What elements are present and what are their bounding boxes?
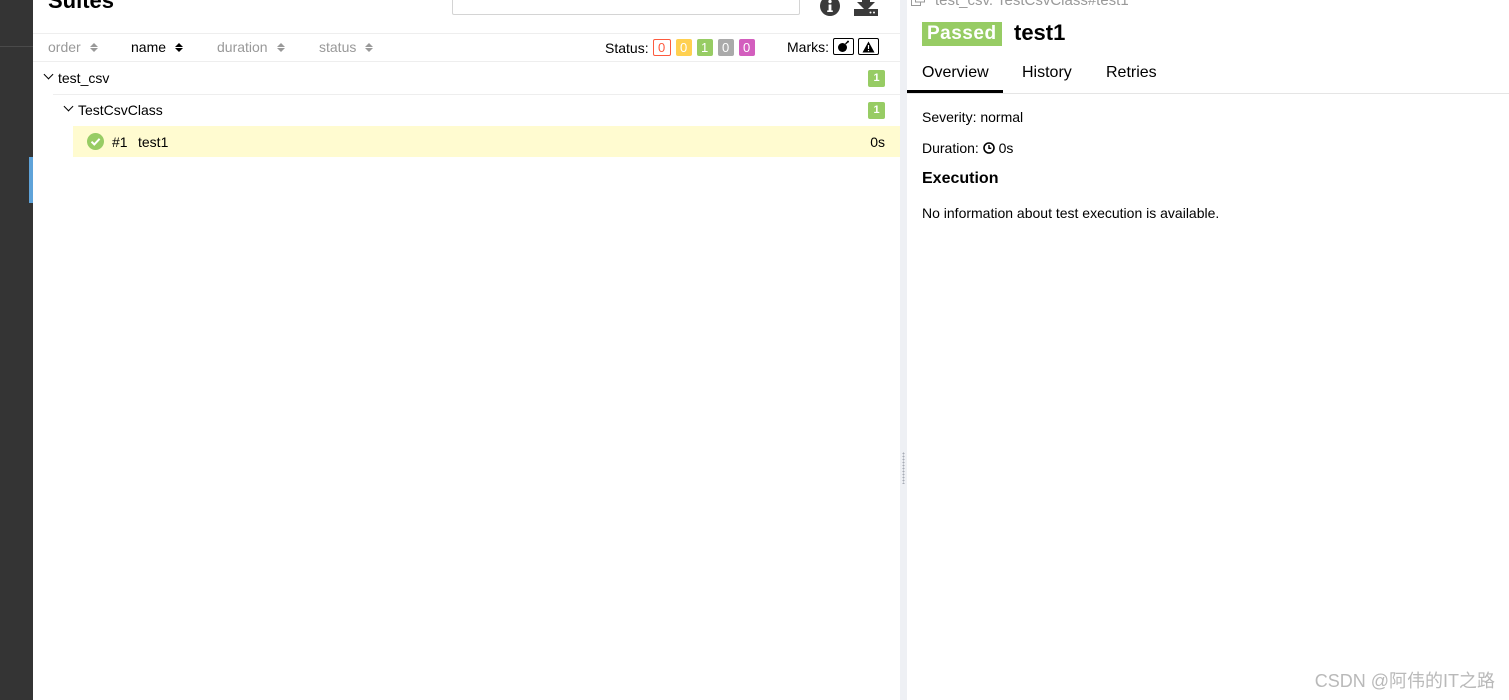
tab-retries[interactable]: Retries: [1106, 64, 1157, 82]
sort-arrows-icon: [276, 42, 285, 52]
suite-name: test_csv: [58, 70, 110, 86]
pane-splitter[interactable]: [900, 0, 907, 700]
status-toggle-failed[interactable]: 0: [652, 39, 671, 56]
info-icon[interactable]: [820, 0, 840, 16]
status-toggle-unknown[interactable]: 0: [738, 39, 755, 56]
flaky-bomb-icon[interactable]: [833, 38, 854, 55]
tree-group-class[interactable]: TestCsvClass 1: [53, 95, 900, 126]
chevron-down-icon: [63, 101, 74, 112]
suites-pane: Suites order name duration status Status…: [33, 0, 900, 700]
severity-value: normal: [980, 109, 1024, 125]
chevron-down-icon: [43, 69, 54, 80]
status-toggle-passed[interactable]: 1: [696, 39, 713, 56]
splitter-grip-icon[interactable]: [902, 452, 905, 484]
side-navigation: [0, 0, 33, 700]
tab-history[interactable]: History: [1022, 64, 1072, 82]
test-order: #1: [112, 134, 128, 150]
class-name: TestCsvClass: [78, 102, 163, 118]
clock-icon: [982, 141, 995, 157]
watermark: CSDN @阿伟的IT之路: [1314, 671, 1495, 691]
marks-filter-label: Marks:: [787, 38, 829, 55]
warning-icon[interactable]: [858, 38, 879, 55]
download-icon[interactable]: [853, 0, 879, 16]
sort-by-name[interactable]: name: [131, 39, 184, 55]
suite-count-badge: 1: [868, 70, 885, 87]
marks-filter: Marks:: [787, 38, 879, 55]
sort-label-order: order: [48, 39, 81, 55]
severity-field: Severity: normal: [922, 109, 1023, 125]
sort-label-name: name: [131, 39, 167, 55]
test-duration: 0s: [870, 134, 885, 150]
sort-arrows-icon: [175, 42, 184, 52]
tree-toolbar: order name duration status Status: 0 0 1…: [33, 33, 900, 62]
tab-overview[interactable]: Overview: [907, 64, 1003, 93]
tree-group-suite[interactable]: test_csv 1: [33, 63, 900, 94]
duration-field: Duration: 0s: [922, 140, 1013, 157]
status-badge: Passed: [922, 22, 1002, 46]
severity-label: Severity:: [922, 109, 977, 125]
page-title: Suites: [48, 0, 115, 13]
check-circle-icon: [87, 133, 104, 153]
detail-tabs: Overview History Retries: [907, 54, 1509, 94]
side-nav-divider: [0, 46, 33, 47]
status-toggle-broken[interactable]: 0: [675, 39, 692, 56]
sort-by-duration[interactable]: duration: [217, 39, 285, 55]
sort-label-duration: duration: [217, 39, 268, 55]
test-detail-pane: test_csv. TestCsvClass#test1 Passed test…: [907, 0, 1509, 700]
duration-value: 0s: [998, 140, 1014, 156]
sort-arrows-icon: [365, 42, 374, 52]
status-filter: Status: 0 0 1 0 0: [605, 39, 760, 56]
tree-leaf-test[interactable]: #1 test1 0s: [73, 126, 900, 157]
class-count-badge: 1: [868, 102, 885, 119]
sort-by-status[interactable]: status: [319, 39, 374, 55]
sort-by-order[interactable]: order: [48, 39, 98, 55]
sort-label-status: status: [319, 39, 357, 55]
sort-arrows-icon: [89, 42, 98, 52]
execution-text: No information about test execution is a…: [922, 205, 1220, 221]
test-breadcrumb: test_csv. TestCsvClass#test1: [935, 0, 1129, 9]
test-name: test1: [138, 134, 169, 150]
execution-title: Execution: [922, 170, 999, 187]
status-filter-label: Status:: [605, 39, 649, 56]
search-input[interactable]: [452, 0, 800, 15]
duration-label: Duration:: [922, 140, 979, 156]
test-title: test1: [1014, 20, 1066, 45]
status-toggle-skipped[interactable]: 0: [717, 39, 734, 56]
copy-icon[interactable]: [911, 0, 925, 6]
